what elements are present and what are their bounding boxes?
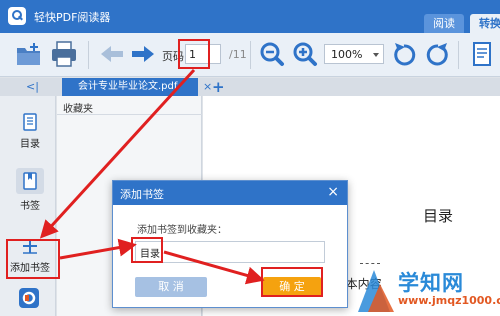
sidebar-item-label: 书签 xyxy=(20,201,40,212)
app-logo-icon xyxy=(8,7,26,25)
new-tab-button[interactable]: + xyxy=(212,78,225,96)
sidebar-item-add-bookmark[interactable]: 添加书签 xyxy=(8,236,52,274)
confirm-button[interactable]: 确 定 xyxy=(263,277,321,297)
add-bookmark-icon xyxy=(23,239,37,254)
zoom-level-value: 100% xyxy=(331,48,363,61)
printer-icon[interactable] xyxy=(49,39,79,69)
cancel-button[interactable]: 取 消 xyxy=(135,277,207,297)
document-tab-strip: <| 会计专业毕业论文.pdf × + xyxy=(0,78,500,96)
title-bar: 轻快PDF阅读器 阅读 转换 xyxy=(0,0,500,33)
dialog-title: 添加书签 xyxy=(120,188,164,201)
left-sidebar: 目录 书签 添加书签 xyxy=(0,96,56,316)
rotate-right-icon[interactable] xyxy=(422,39,452,69)
toolbar-separator xyxy=(88,41,89,69)
zoom-level-select[interactable]: 100% xyxy=(324,44,384,64)
tab-read[interactable]: 阅读 xyxy=(424,14,464,33)
document-tab-label: 会计专业毕业论文.pdf xyxy=(78,81,178,92)
page-number-input[interactable] xyxy=(185,44,221,64)
document-heading: 目录 xyxy=(423,207,454,225)
previous-page-icon[interactable] xyxy=(97,39,127,69)
chevron-down-icon xyxy=(373,53,379,57)
sidebar-item-label: 添加书签 xyxy=(10,263,50,274)
next-page-icon[interactable] xyxy=(128,39,158,69)
toolbar-separator xyxy=(250,41,251,69)
panel-title: 收藏夹 xyxy=(63,104,93,115)
dialog-header: 添加书签 × xyxy=(113,181,347,205)
sidebar-item-bookmark[interactable]: 书签 xyxy=(8,168,52,212)
document-view-icon[interactable] xyxy=(468,39,498,69)
attachment-icon[interactable] xyxy=(18,287,40,309)
bookmark-icon xyxy=(23,172,37,190)
close-icon[interactable]: × xyxy=(327,184,339,200)
main-toolbar: 页码: /11 100% xyxy=(0,33,500,77)
sidebar-item-label: 目录 xyxy=(20,139,40,150)
zoom-in-icon[interactable] xyxy=(290,39,320,69)
add-bookmark-dialog: 添加书签 × 添加书签到收藏夹： 取 消 确 定 xyxy=(112,180,348,308)
zoom-out-icon[interactable] xyxy=(257,39,287,69)
bookmark-prompt-label: 添加书签到收藏夹： xyxy=(137,225,227,236)
app-title: 轻快PDF阅读器 xyxy=(34,11,111,24)
rotate-left-icon[interactable] xyxy=(390,39,420,69)
document-tab[interactable]: 会计专业毕业论文.pdf xyxy=(62,78,198,96)
collapse-sidebar-button[interactable]: <| xyxy=(26,80,39,93)
page-total: /11 xyxy=(229,48,247,61)
open-folder-icon[interactable] xyxy=(14,39,44,69)
watermark-url: www.jmqz1000.com xyxy=(398,294,500,307)
close-tab-icon[interactable]: × xyxy=(203,80,212,93)
bookmark-name-input[interactable] xyxy=(135,241,325,263)
sidebar-item-toc[interactable]: 目录 xyxy=(8,112,52,150)
tab-convert[interactable]: 转换 xyxy=(470,14,500,33)
watermark-text: 学知网 xyxy=(398,271,464,295)
page-number-label: 页码: xyxy=(162,50,188,63)
toolbar-separator xyxy=(458,41,459,69)
divider xyxy=(57,114,202,115)
toc-icon xyxy=(23,113,37,131)
